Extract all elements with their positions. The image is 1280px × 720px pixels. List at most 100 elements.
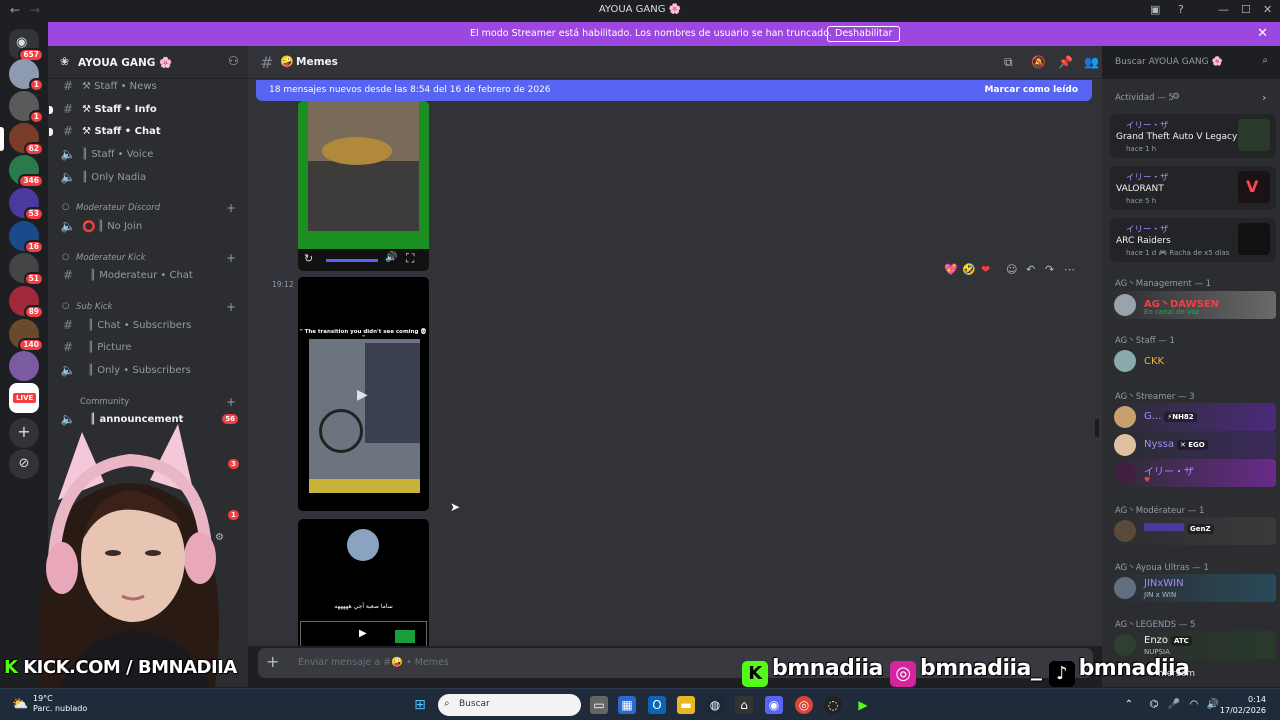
app-icon[interactable]: ⌂ xyxy=(735,696,753,714)
taskbar: ⛅ 19°C Parc. nublado ⊞ ⌕ Buscar ▭ ▦ O ▬ … xyxy=(0,688,1280,720)
scrollbar[interactable] xyxy=(1095,419,1099,437)
pin-icon[interactable]: 📌 xyxy=(1058,55,1073,69)
maximize-icon[interactable]: ☐ xyxy=(1241,3,1251,16)
activity-card[interactable]: イリー・ザ VALORANT hace 5 h V xyxy=(1110,166,1276,210)
server-icon[interactable]: 16 xyxy=(9,221,44,254)
network-icon[interactable]: ⌬ xyxy=(1145,696,1163,714)
clock[interactable]: 0:14 17/02/2026 xyxy=(1220,694,1266,716)
server-icon[interactable]: 51 xyxy=(9,253,44,286)
close-window-icon[interactable]: ✕ xyxy=(1263,3,1272,16)
add-channel-icon[interactable]: + xyxy=(226,251,236,265)
add-channel-icon[interactable]: + xyxy=(226,300,236,314)
play-icon[interactable]: ▶ xyxy=(359,628,367,639)
outlook-icon[interactable]: O xyxy=(648,696,666,714)
server-icon[interactable]: 1 xyxy=(9,59,44,92)
category-label: Moderateur Discord xyxy=(76,203,161,213)
member-list-icon[interactable]: 👥 xyxy=(1084,55,1099,69)
channel-no-join[interactable]: 🔈 ║ No Join ⭕ xyxy=(58,217,240,237)
member-item[interactable]: CKK xyxy=(1110,347,1276,375)
member-item[interactable]: AG丶DAWSEN En canal de voz xyxy=(1110,291,1276,319)
file-explorer-icon[interactable]: ▬ xyxy=(677,696,695,714)
weather-widget[interactable]: 19°C Parc. nublado xyxy=(33,694,87,714)
member-item[interactable]: Enzo ATC NUPSIA xyxy=(1110,631,1276,659)
help-icon[interactable]: ? xyxy=(1178,3,1184,16)
steam-icon[interactable]: ◍ xyxy=(706,696,724,714)
video-attachment[interactable]: ↻ 🔊 ⛶ xyxy=(298,101,429,271)
direct-messages-button[interactable]: ◉ 657 xyxy=(9,29,44,62)
threads-icon[interactable]: ⧉ xyxy=(1004,55,1013,70)
notification-bell-icon[interactable]: 🔕 xyxy=(1031,55,1046,69)
clock-time: 0:14 xyxy=(1248,695,1266,704)
windows-start-icon[interactable]: ⊞ xyxy=(411,696,429,714)
member-item[interactable]: G... ⚡NH82 xyxy=(1110,403,1276,431)
search-box[interactable]: Buscar AYOUA GANG 🌸 ⌕ xyxy=(1108,52,1274,72)
mark-as-read-button[interactable]: Marcar como leído xyxy=(984,85,1078,95)
member-item[interactable]: イリー・ザ ♥ xyxy=(1110,459,1276,487)
taskbar-search[interactable]: ⌕ Buscar xyxy=(438,694,581,716)
wifi-icon[interactable]: ◠ xyxy=(1185,696,1203,714)
fullscreen-icon[interactable]: ⛶ xyxy=(406,251,414,266)
tray-icons[interactable]: ⌃ xyxy=(1120,696,1138,714)
member-item[interactable]: Nyssa ✕ EGO xyxy=(1110,431,1276,459)
close-icon[interactable]: ✕ xyxy=(1257,26,1268,41)
play-icon[interactable]: ▶ xyxy=(357,387,368,403)
channel-moderateur-chat[interactable]: # ║ Moderateur • Chat xyxy=(58,266,240,286)
category-sub-kick[interactable]: ○ Sub Kick + xyxy=(58,300,240,314)
activity-card[interactable]: イリー・ザ Grand Theft Auto V Legacy hace 1 h xyxy=(1110,114,1276,158)
heart-reaction-icon[interactable]: 💖 xyxy=(944,263,958,276)
channel-staff-voice[interactable]: 🔈 ║ Staff • Voice xyxy=(58,145,240,165)
channel-staff-info[interactable]: # ⚒ Staff • Info xyxy=(49,100,240,120)
inbox-icon[interactable]: ▣ xyxy=(1150,3,1160,16)
gear-icon[interactable]: ⚙ xyxy=(1172,92,1180,102)
minimize-icon[interactable]: — xyxy=(1218,3,1229,16)
channel-only-subscribers[interactable]: 🔈 ║ Only • Subscribers xyxy=(58,361,240,381)
store-icon[interactable]: ▦ xyxy=(618,696,636,714)
chrome-icon[interactable]: ◎ xyxy=(795,696,813,714)
invite-icon[interactable]: ⚇ xyxy=(228,54,239,68)
channel-picture[interactable]: # ║ Picture xyxy=(58,338,240,358)
channel-staff-chat[interactable]: # ⚒ Staff • Chat xyxy=(49,122,240,142)
video-attachment[interactable]: ساما صعبة أجي هههههه ▶ xyxy=(298,519,429,646)
activity-user: イリー・ザ xyxy=(1126,225,1169,235)
server-icon[interactable]: 346 xyxy=(9,155,44,188)
category-community[interactable]: Community + xyxy=(58,395,240,409)
server-header[interactable]: ❀ AYOUA GANG 🌸 ⌄ ⚇ xyxy=(48,46,248,79)
server-icon[interactable]: 140 xyxy=(9,319,44,352)
live-server-icon[interactable]: LIVE xyxy=(9,383,39,413)
more-icon[interactable]: ⋯ xyxy=(1064,263,1075,276)
kick-url: KICK.COM / BMNADIIA xyxy=(23,657,237,678)
video-progress[interactable] xyxy=(326,259,378,262)
category-moderateur-discord[interactable]: ○ Moderateur Discord + xyxy=(58,201,240,215)
member-item[interactable]: GenZ xyxy=(1110,517,1276,545)
add-channel-icon[interactable]: + xyxy=(226,201,236,215)
reply-icon[interactable]: ↶ xyxy=(1026,263,1035,276)
replay-icon[interactable]: ↻ xyxy=(304,252,313,265)
channel-only-nadia[interactable]: 🔈 ║ Only Nadia xyxy=(58,168,240,188)
add-reaction-icon[interactable]: ☺ xyxy=(1006,263,1017,276)
server-icon[interactable]: 62 xyxy=(9,123,44,156)
new-messages-bar[interactable]: 18 mensajes nuevos desde las 8:54 del 16… xyxy=(256,80,1092,101)
server-icon[interactable]: 89 xyxy=(9,286,44,319)
video-attachment[interactable]: " The transition you didn't see coming 💀… xyxy=(298,277,429,511)
server-icon[interactable] xyxy=(9,351,39,381)
channel-staff-news[interactable]: # ⚒ Staff • News xyxy=(58,77,240,97)
volume-icon[interactable]: 🔊 xyxy=(385,252,397,263)
task-view-icon[interactable]: ▭ xyxy=(590,696,608,714)
kick-app-icon[interactable]: ▶ xyxy=(854,696,872,714)
mic-icon[interactable]: 🎤 xyxy=(1165,696,1183,714)
forward-icon[interactable]: ↷ xyxy=(1045,263,1054,276)
obs-icon[interactable]: ◌ xyxy=(824,696,842,714)
add-channel-icon[interactable]: + xyxy=(226,395,236,409)
activity-user: イリー・ザ xyxy=(1126,121,1169,131)
chevron-right-icon[interactable]: › xyxy=(1262,91,1266,104)
activity-card[interactable]: イリー・ザ ARC Raiders hace 1 d 🎮 Racha de x5… xyxy=(1110,218,1276,262)
category-moderateur-kick[interactable]: ○ Moderateur Kick + xyxy=(58,251,240,265)
red-heart-reaction-icon[interactable]: ❤ xyxy=(981,263,990,276)
discord-taskbar-icon[interactable]: ◉ xyxy=(765,696,783,714)
disable-streamer-button[interactable]: Deshabilitar xyxy=(827,26,901,42)
server-icon[interactable]: 53 xyxy=(9,188,44,221)
member-item[interactable]: JINxWIN JIN x WIN xyxy=(1110,574,1276,602)
server-icon[interactable]: 1 xyxy=(9,91,44,124)
laugh-reaction-icon[interactable]: 🤣 xyxy=(962,263,976,276)
channel-chat-subscribers[interactable]: # ║ Chat • Subscribers xyxy=(58,316,240,336)
